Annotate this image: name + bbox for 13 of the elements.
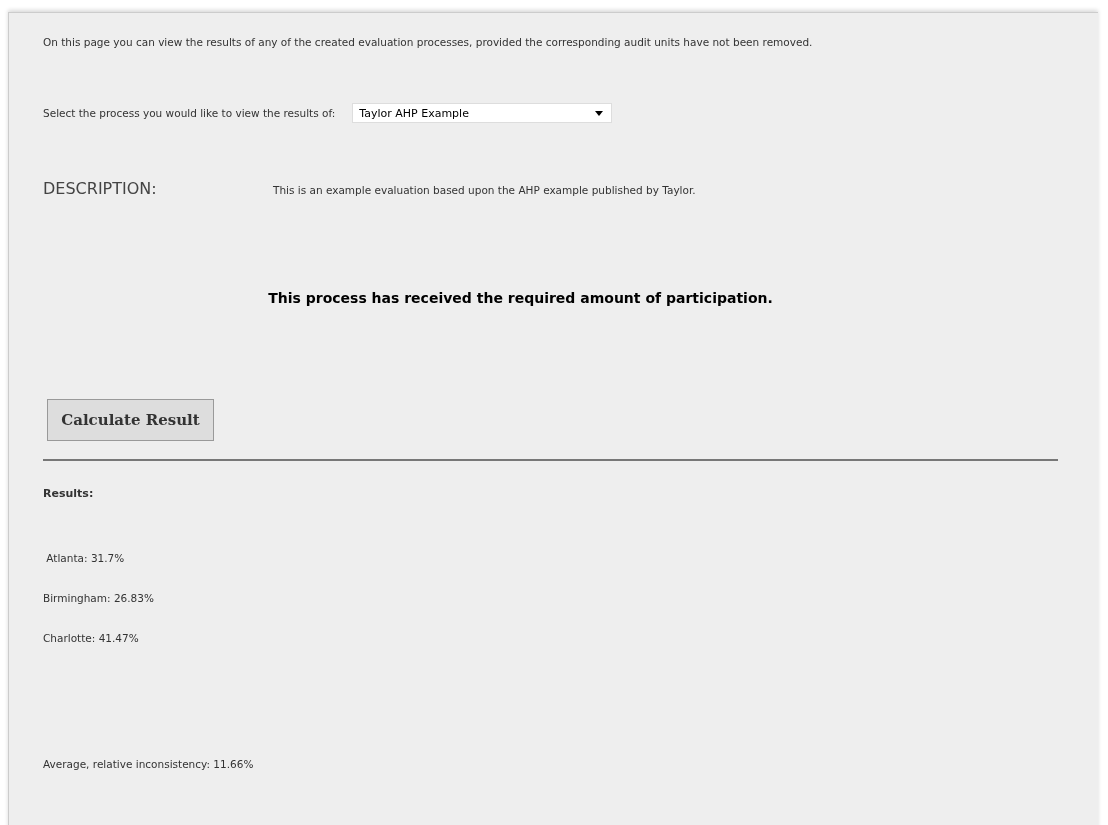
calculate-button[interactable]: Calculate Result xyxy=(47,399,214,441)
inconsistency-text: Average, relative inconsistency: 11.66% xyxy=(43,758,255,770)
result-item: Atlanta: 31.7% xyxy=(45,552,126,564)
results-heading: Results: xyxy=(43,487,95,500)
participation-message: This process has received the required amount of participation. xyxy=(268,290,773,306)
result-item: Birmingham: 26.83% xyxy=(43,592,155,604)
description-heading: DESCRIPTION: xyxy=(43,179,158,198)
caret-icon xyxy=(595,110,604,116)
result-item: Charlotte: 41.47% xyxy=(43,632,140,644)
description-text: This is an example evaluation based upon the AHP example published by Taylor. xyxy=(273,184,696,196)
process-dropdown[interactable]: Taylor AHP Example xyxy=(352,103,613,123)
intro-text: On this page you can view the results of any of the created evaluation processes, provided the corresponding audit units have not been removed. xyxy=(43,36,814,48)
select-label: Select the process you would like to view the results of: xyxy=(43,107,336,119)
